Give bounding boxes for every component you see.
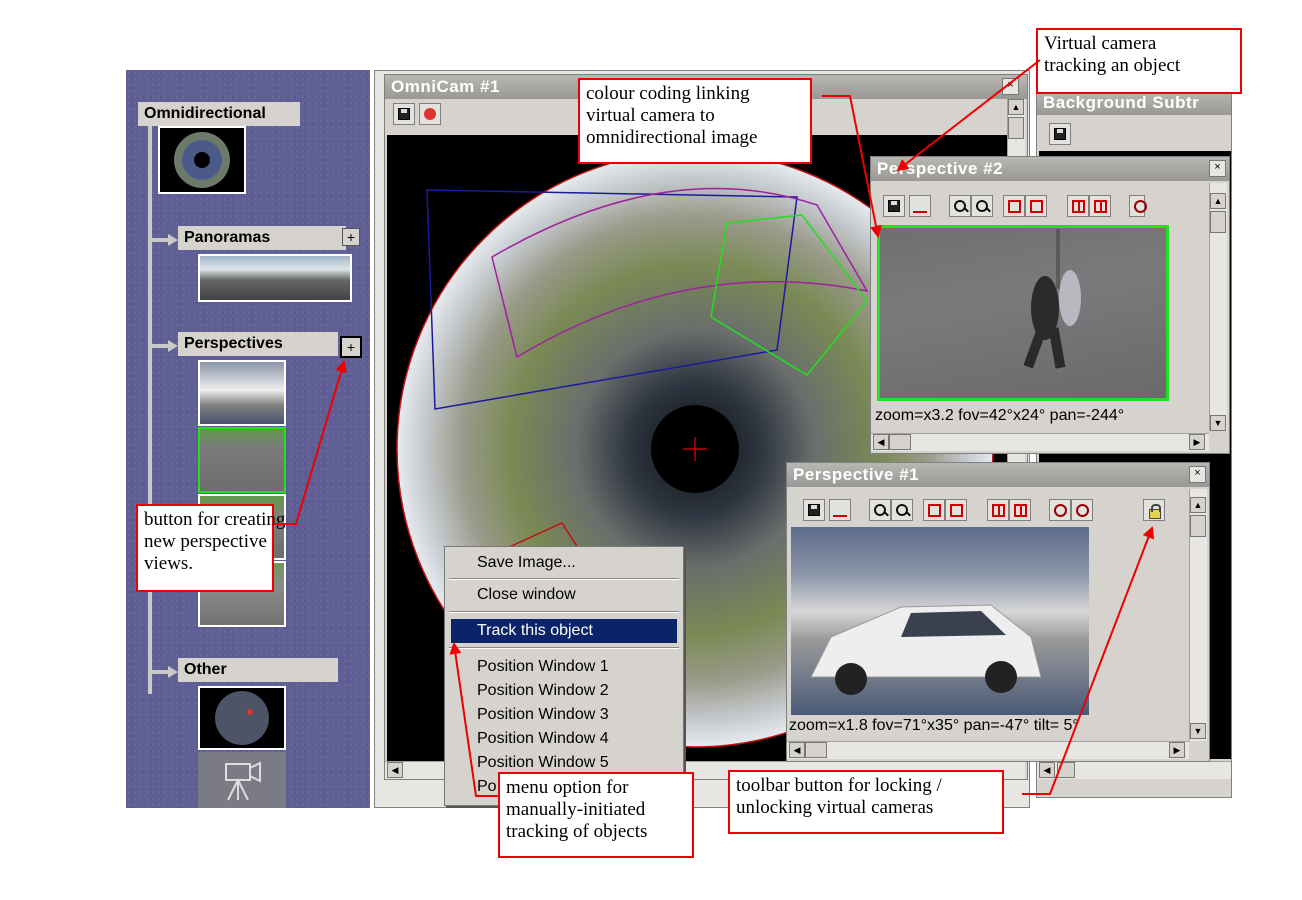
arrow-lock-button	[1022, 526, 1155, 795]
arrow-colour-coding	[822, 95, 882, 238]
annotation-arrows	[274, 59, 1155, 797]
arrow-menu-option	[449, 642, 498, 797]
arrow-new-perspective	[274, 360, 347, 525]
arrow-virtual-camera	[896, 59, 1041, 172]
